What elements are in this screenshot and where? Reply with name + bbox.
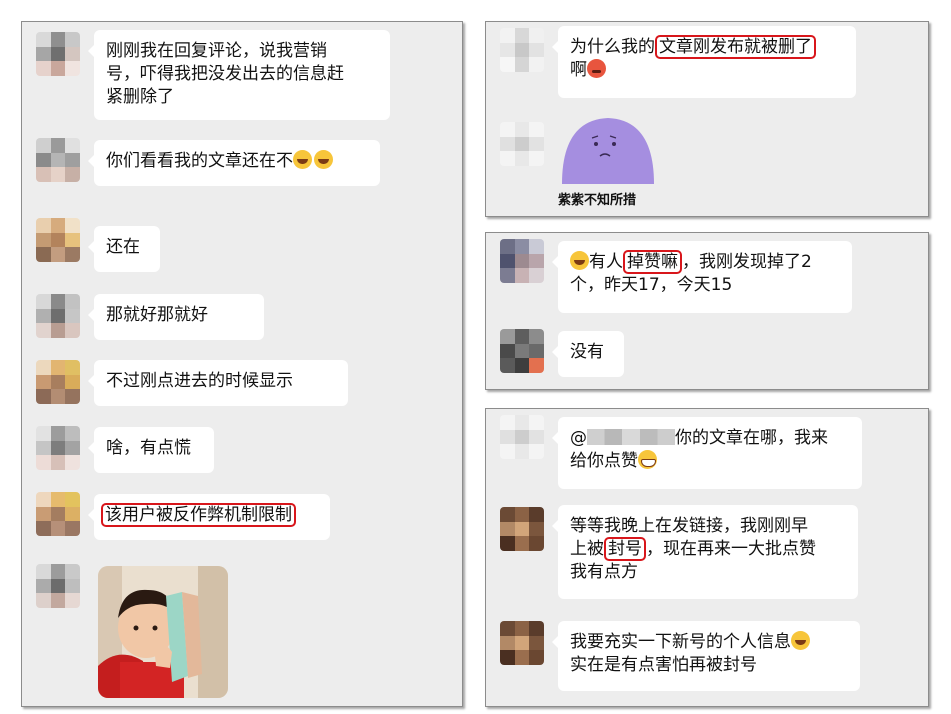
avatar[interactable] <box>500 122 544 166</box>
avatar[interactable] <box>500 239 544 283</box>
avatar[interactable] <box>36 218 80 262</box>
avatar[interactable] <box>36 32 80 76</box>
highlight-box: 该用户被反作弊机制限制 <box>101 503 296 527</box>
sticker-message[interactable]: 紫紫不知所措 <box>558 114 658 210</box>
avatar[interactable] <box>500 28 544 72</box>
message-line: 号，吓得我把没发出去的信息赶 <box>106 64 344 84</box>
message-bubble[interactable]: 你们看看我的文章还在不 <box>88 140 380 186</box>
message-bubble[interactable]: 有人 掉赞嘛 ，我刚发现掉了2 个，昨天17，今天15 <box>552 241 852 313</box>
message-text: 上被 <box>570 539 604 559</box>
message-bubble[interactable]: 还在 <box>88 226 160 272</box>
message-line: 等等我晚上在发链接，我刚刚早 <box>570 516 808 536</box>
message-line: 上被 封号 ，现在再来一大批点赞 <box>570 537 846 561</box>
message-bubble[interactable]: 啥，有点慌 <box>88 427 214 473</box>
message-text: 啥，有点慌 <box>106 438 191 458</box>
message-text: 个，昨天17，今天15 <box>570 275 733 295</box>
message-bubble[interactable]: @ 你的文章在哪，我来 给你点赞 <box>552 417 862 489</box>
message-text: 给你点赞 <box>570 451 638 471</box>
message-bubble[interactable]: 不过刚点进去的时候显示 <box>88 360 348 406</box>
avatar[interactable] <box>36 294 80 338</box>
message-line: 我有点方 <box>570 562 638 582</box>
chat-panel-left: 刚刚我在回复评论，说我营销 号，吓得我把没发出去的信息赶 紧删除了 你们看看我的… <box>21 21 463 707</box>
grin-emoji-icon <box>638 450 657 469</box>
highlight-box: 文章刚发布就被删了 <box>655 35 816 59</box>
message-text: 为什么我的 <box>570 37 655 57</box>
message-bubble[interactable]: 我要充实一下新号的个人信息 实在是有点害怕再被封号 <box>552 621 860 691</box>
avatar[interactable] <box>500 507 544 551</box>
message-text: 那就好那就好 <box>106 305 208 325</box>
highlight-box: 封号 <box>604 537 646 561</box>
message-text: 文章刚发布就被删了 <box>659 37 812 57</box>
message-text: 你的文章在哪，我来 <box>675 428 828 448</box>
message-bubble[interactable]: 等等我晚上在发链接，我刚刚早 上被 封号 ，现在再来一大批点赞 我有点方 <box>552 505 858 599</box>
message-line: @ 你的文章在哪，我来 <box>570 427 850 450</box>
avatar[interactable] <box>36 138 80 182</box>
child-photo-image <box>98 566 228 698</box>
message-text: 有人 <box>589 252 623 272</box>
message-line: 刚刚我在回复评论，说我营销 <box>106 41 327 61</box>
message-line: 给你点赞 <box>570 450 850 473</box>
message-text: 该用户被反作弊机制限制 <box>105 505 292 525</box>
message-text: 封号 <box>608 539 642 559</box>
avatar[interactable] <box>36 564 80 608</box>
message-bubble[interactable]: 刚刚我在回复评论，说我营销 号，吓得我把没发出去的信息赶 紧删除了 <box>88 30 390 120</box>
message-bubble[interactable]: 没有 <box>552 331 624 377</box>
message-line: 为什么我的 文章刚发布就被删了 <box>570 35 844 59</box>
blurred-username <box>587 429 675 445</box>
message-bubble[interactable]: 该用户被反作弊机制限制 <box>88 494 330 540</box>
mention-prefix: @ <box>570 428 587 448</box>
message-text: 你们看看我的文章还在不 <box>106 151 293 171</box>
photo-message[interactable] <box>98 566 228 698</box>
message-line: 有人 掉赞嘛 ，我刚发现掉了2 <box>570 250 840 274</box>
message-text: 不过刚点进去的时候显示 <box>106 371 293 391</box>
avatar[interactable] <box>36 426 80 470</box>
angry-emoji-icon <box>587 59 606 78</box>
message-text: 还在 <box>106 237 140 257</box>
message-text: 没有 <box>570 342 604 362</box>
avatar[interactable] <box>500 621 544 665</box>
message-text: 我要充实一下新号的个人信息 <box>570 632 791 652</box>
message-line: 个，昨天17，今天15 <box>570 274 840 297</box>
message-text: 掉赞嘛 <box>627 252 678 272</box>
avatar[interactable] <box>500 415 544 459</box>
avatar[interactable] <box>36 360 80 404</box>
message-line: 我要充实一下新号的个人信息 <box>570 631 848 654</box>
message-text: 啊 <box>570 60 587 80</box>
message-bubble[interactable]: 那就好那就好 <box>88 294 264 340</box>
chat-panel-right-1: 为什么我的 文章刚发布就被删了 啊 紫紫不知所措 <box>485 21 929 217</box>
message-bubble[interactable]: 为什么我的 文章刚发布就被删了 啊 <box>552 26 856 98</box>
laugh-cry-emoji-icon <box>314 150 333 169</box>
message-line: 啊 <box>570 59 844 82</box>
highlight-box: 掉赞嘛 <box>623 250 682 274</box>
message-text: ，现在再来一大批点赞 <box>646 539 816 559</box>
laugh-cry-emoji-icon <box>570 251 589 270</box>
message-text: ，我刚发现掉了2 <box>682 252 812 272</box>
sticker-caption: 紫紫不知所措 <box>558 193 637 208</box>
chat-panel-right-3: @ 你的文章在哪，我来 给你点赞 等等我晚上在发链接，我刚刚早 上被 封号 ，现在再来… <box>485 408 929 707</box>
laugh-cry-emoji-icon <box>791 631 810 650</box>
purple-blob-sticker-icon <box>562 118 654 184</box>
chat-panel-right-2: 有人 掉赞嘛 ，我刚发现掉了2 个，昨天17，今天15 没有 <box>485 232 929 390</box>
avatar[interactable] <box>500 329 544 373</box>
avatar[interactable] <box>36 492 80 536</box>
laugh-cry-emoji-icon <box>293 150 312 169</box>
message-line: 实在是有点害怕再被封号 <box>570 655 757 675</box>
message-line: 紧删除了 <box>106 87 174 107</box>
